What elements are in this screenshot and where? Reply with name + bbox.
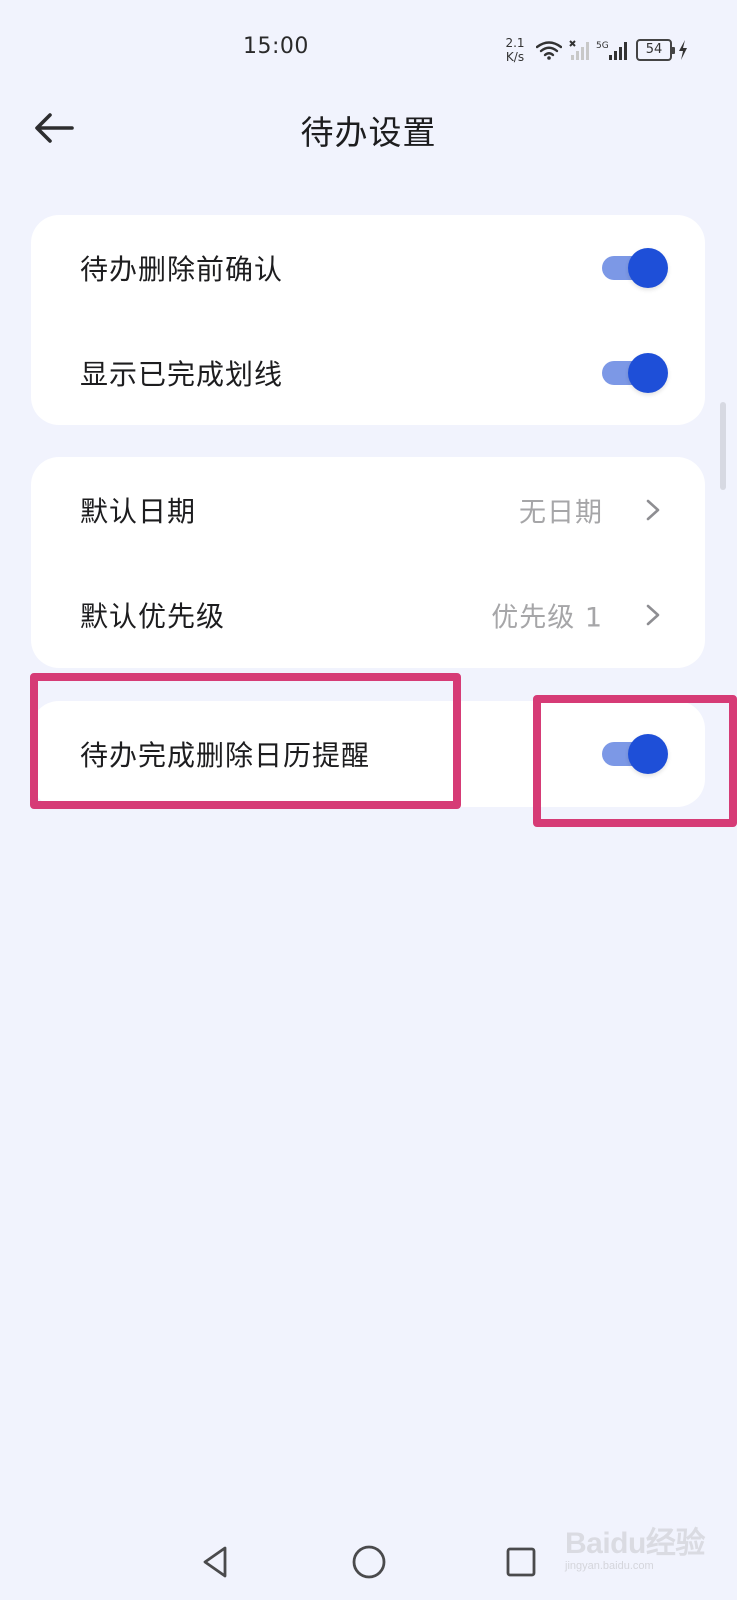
watermark-text: Baidu经验 [565,1527,705,1560]
watermark-subtext: jingyan.baidu.com [565,1560,654,1572]
setting-value: 优先级 1 [491,602,603,633]
wifi-icon [536,40,562,60]
toggle-knob [628,734,668,774]
setting-label: 待办完成删除日历提醒 [80,739,371,772]
settings-card-defaults: 默认日期 无日期 默认优先级 优先级 1 [31,457,705,668]
setting-label: 默认优先级 [80,599,226,633]
settings-card-calendar: 待办完成删除日历提醒 [31,701,705,807]
status-icons: 2.1 K/s 5G 54 [500,34,695,66]
signal-5g-icon: 5G [596,39,630,61]
setting-label: 待办删除前确认 [80,252,284,286]
toggle-confirm-before-delete[interactable] [602,247,668,288]
toggle-knob [628,352,668,393]
toggle-delete-calendar-reminder[interactable] [602,734,668,774]
chevron-right-icon [646,604,660,625]
battery-level: 54 [645,42,663,57]
baidu-watermark: Baidu经验 jingyan.baidu.com [565,1510,715,1585]
status-time: 15:00 [243,34,309,59]
nav-recents-square-icon [506,1547,536,1577]
nav-home-circle-icon [352,1545,386,1579]
nav-recents-button[interactable] [499,1540,543,1584]
setting-row-default-date[interactable]: 默认日期 无日期 [31,457,705,562]
setting-row-delete-calendar-reminder[interactable]: 待办完成删除日历提醒 [31,701,705,807]
signal-x-icon [568,39,590,61]
nav-back-button[interactable] [193,1540,237,1584]
chevron-right-icon [646,499,660,520]
setting-row-show-strikethrough[interactable]: 显示已完成划线 [31,320,705,425]
network-speed-unit: K/s [505,50,525,64]
network-speed: 2.1 K/s [500,36,530,64]
setting-label: 显示已完成划线 [80,357,284,391]
nav-back-triangle-icon [203,1546,227,1578]
network-speed-value: 2.1 [505,36,525,50]
setting-label: 默认日期 [80,494,197,528]
toggle-knob [628,247,668,288]
setting-value: 无日期 [519,497,603,528]
setting-row-default-priority[interactable]: 默认优先级 优先级 1 [31,562,705,667]
network-type-label: 5G [596,41,609,51]
settings-card-display: 待办删除前确认 显示已完成划线 [31,215,705,425]
toggle-show-strikethrough[interactable] [602,352,668,393]
battery-icon: 54 [636,39,675,61]
charging-bolt-icon [678,40,688,60]
page-title: 待办设置 [300,113,437,152]
setting-row-confirm-before-delete[interactable]: 待办删除前确认 [31,215,705,320]
nav-home-button[interactable] [347,1540,391,1584]
scrollbar-thumb[interactable] [720,402,726,490]
